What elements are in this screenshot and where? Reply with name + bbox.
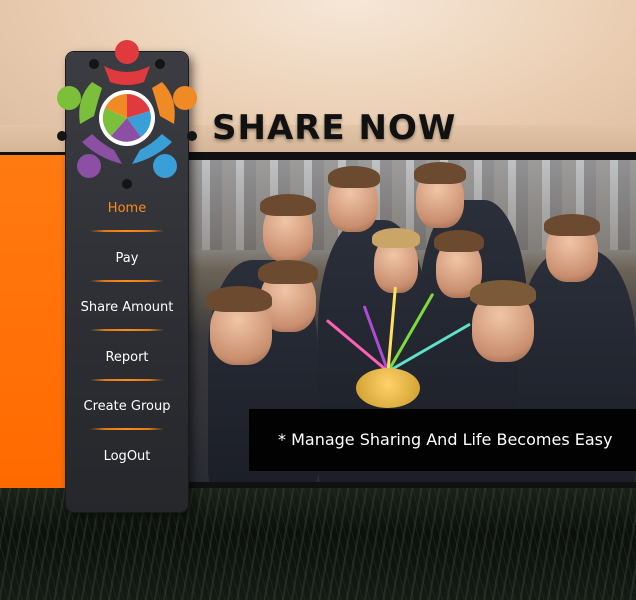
menu-divider — [90, 378, 164, 381]
hair-shape — [372, 228, 420, 248]
punch-bowl — [356, 368, 420, 408]
sidebar-item-logout[interactable]: LogOut — [66, 444, 188, 494]
menu-divider — [90, 329, 164, 331]
hair-shape — [470, 280, 536, 306]
sidebar-menu: Home Pay Share Amount Report Create Grou… — [66, 196, 188, 493]
sidebar-item-label[interactable]: Report — [105, 345, 148, 365]
sidebar-item-label[interactable]: Share Amount — [81, 295, 174, 315]
hair-shape — [328, 166, 380, 188]
sidebar-item-home[interactable]: Home — [66, 196, 188, 246]
hair-shape — [258, 260, 318, 284]
sidebar-item-label[interactable]: LogOut — [104, 444, 151, 464]
page-title: SHARE NOW — [212, 108, 457, 148]
menu-divider — [90, 230, 164, 232]
hair-shape — [206, 286, 272, 312]
sidebar-item-share-amount[interactable]: Share Amount — [66, 295, 188, 345]
sidebar-item-label[interactable]: Pay — [116, 246, 139, 266]
hero-caption: * Manage Sharing And Life Becomes Easy — [278, 430, 613, 449]
sidebar-item-label[interactable]: Home — [108, 196, 146, 216]
sidebar-item-create-group[interactable]: Create Group — [66, 394, 188, 444]
hair-shape — [544, 214, 600, 236]
hair-shape — [260, 194, 316, 216]
people-circle-pie-logo-icon — [57, 40, 197, 189]
sidebar-item-report[interactable]: Report — [66, 345, 188, 395]
hair-shape — [434, 230, 484, 252]
menu-divider — [90, 279, 164, 282]
menu-divider — [90, 428, 164, 430]
sidebar-item-label[interactable]: Create Group — [84, 394, 171, 414]
orange-accent-strip — [0, 155, 68, 488]
hair-shape — [414, 162, 466, 184]
sidebar-item-pay[interactable]: Pay — [66, 246, 188, 296]
